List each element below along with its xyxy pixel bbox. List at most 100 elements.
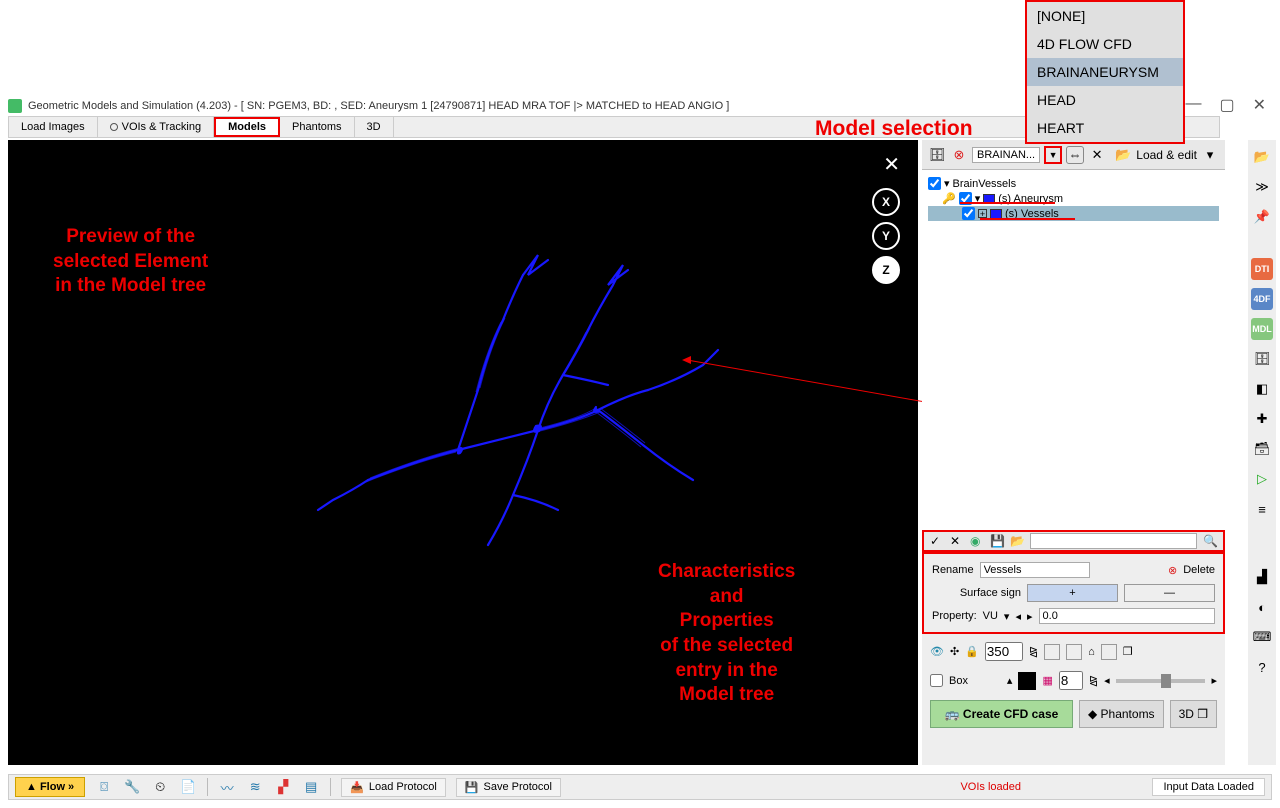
rail-stack-icon[interactable]: 🗃 [1251, 438, 1273, 460]
tree-vessels-checkbox[interactable] [962, 207, 975, 220]
check-icon[interactable]: ✓ [930, 534, 944, 548]
box1-button[interactable] [1044, 644, 1060, 660]
rail-db-icon[interactable]: 🗄 [1251, 348, 1273, 370]
up-icon[interactable]: ▴ [1007, 674, 1013, 687]
rail-pin-icon[interactable]: 📌 [1251, 206, 1273, 228]
rail-contrast-icon[interactable]: ◐ [1251, 596, 1273, 618]
tree-root[interactable]: ▾BrainVessels [928, 176, 1219, 191]
bb-doc-icon[interactable]: 📄 [179, 778, 197, 796]
search-icon[interactable]: 🔍 [1203, 534, 1217, 548]
x-icon[interactable]: ✕ [950, 534, 964, 548]
bb-wave2-icon[interactable]: ≋ [246, 778, 264, 796]
rail-play-icon[interactable]: ▷ [1251, 468, 1273, 490]
stepper-icon[interactable]: ⧎ [1029, 645, 1038, 658]
lock-icon[interactable]: 🔒 [965, 645, 979, 658]
phantoms-button[interactable]: ◆ Phantoms [1079, 700, 1164, 728]
value-8-input[interactable] [1059, 671, 1083, 690]
panel-midbar: ✓ ✕ ◉ 💾 📂 🔍 [922, 530, 1225, 552]
rail-folder-icon[interactable]: 📂 [1251, 146, 1273, 168]
bb-clock-icon[interactable]: ⏲ [151, 778, 169, 796]
flow-button[interactable]: ▲ Flow » [15, 777, 85, 797]
property-vu[interactable]: VU [983, 610, 998, 622]
load-edit-button[interactable]: Load & edit [1136, 148, 1197, 162]
box3-button[interactable] [1101, 644, 1117, 660]
eye-icon[interactable]: 👁 [930, 645, 944, 658]
globe-icon[interactable]: ◉ [970, 534, 984, 548]
box-checkbox[interactable] [930, 674, 943, 687]
option-none[interactable]: [NONE] [1027, 2, 1183, 30]
box2-button[interactable] [1066, 644, 1082, 660]
option-head[interactable]: HEAD [1027, 86, 1183, 114]
option-4dflow[interactable]: 4D FLOW CFD [1027, 30, 1183, 58]
db-icon[interactable]: 🗄 [928, 146, 946, 164]
grid-icon[interactable]: ▦ [1042, 674, 1052, 687]
viewport-3d[interactable]: ✕ X Y Z Preview of the selected Element … [8, 140, 918, 765]
bb-wave1-icon[interactable]: 〰 [218, 778, 236, 796]
rail-tools-icon[interactable]: ≡ [1251, 498, 1273, 520]
clear-icon[interactable]: ⊗ [950, 146, 968, 164]
tab-load-images[interactable]: Load Images [9, 117, 98, 137]
prop-prev-icon[interactable]: ◂ [1015, 610, 1021, 623]
viewport-close-icon[interactable]: ✕ [883, 152, 900, 177]
rail-help-icon[interactable]: ? [1251, 656, 1273, 678]
folder-icon[interactable]: 📂 [1114, 146, 1132, 164]
maximize-icon[interactable]: ▢ [1219, 95, 1234, 115]
slider-thumb[interactable] [1161, 674, 1171, 688]
rail-mdl-button[interactable]: MDL [1251, 318, 1273, 340]
tab-3d[interactable]: 3D [355, 117, 394, 137]
model-tree[interactable]: ▾BrainVessels 🔑▾ (s) Aneurysm + (s) Vess… [922, 170, 1225, 530]
viewport-axis-x-button[interactable]: X [872, 188, 900, 216]
load-protocol-button[interactable]: 📥Load Protocol [341, 778, 446, 797]
viewport-axis-z-button[interactable]: Z [872, 256, 900, 284]
property-value-input[interactable] [1039, 608, 1215, 624]
slider-prev-icon[interactable]: ◂ [1104, 674, 1110, 687]
surface-minus-button[interactable]: — [1124, 584, 1215, 602]
tab-models[interactable]: Models [214, 117, 280, 137]
rail-keyboard-icon[interactable]: ⌨ [1251, 626, 1273, 648]
home-icon[interactable]: ⌂ [1088, 646, 1095, 658]
link-icon[interactable]: ⇔ [1066, 146, 1084, 164]
model-select-popup[interactable]: [NONE] 4D FLOW CFD BRAINANEURYSM HEAD HE… [1025, 0, 1185, 144]
chevron-down-icon[interactable]: ▾ [1201, 146, 1219, 164]
slider[interactable] [1116, 679, 1206, 683]
save-icon[interactable]: 💾 [990, 534, 1004, 548]
option-brainaneurysm[interactable]: BRAINANEURYSM [1027, 58, 1183, 86]
3d-box-icon[interactable]: ❒ [1123, 645, 1133, 658]
property-vu-chevron-icon[interactable]: ▾ [1004, 610, 1010, 623]
value-350-input[interactable] [985, 642, 1023, 661]
rail-vector-icon[interactable]: ≫ [1251, 176, 1273, 198]
rail-graph-icon[interactable]: ▟ [1251, 566, 1273, 588]
bb-wrench-icon[interactable]: 🔧 [123, 778, 141, 796]
save-protocol-button[interactable]: 💾Save Protocol [456, 778, 561, 797]
viewport-axis-y-button[interactable]: Y [872, 222, 900, 250]
model-dropdown-button[interactable]: ▼ [1044, 146, 1062, 164]
tree-root-checkbox[interactable] [928, 177, 941, 190]
bb-home-icon[interactable]: ⌼ [95, 778, 113, 796]
close-panel-icon[interactable]: ✕ [1088, 146, 1106, 164]
tab-vois-tracking[interactable]: VOIs & Tracking [98, 117, 214, 137]
create-cfd-button[interactable]: 🚌 Create CFD case [930, 700, 1073, 728]
close-icon[interactable]: ✕ [1253, 95, 1266, 115]
search-input[interactable] [1030, 533, 1197, 549]
color-swatch[interactable] [1018, 672, 1036, 690]
bottom-toolbar: ▲ Flow » ⌼ 🔧 ⏲ 📄 〰 ≋ ▞ ▤ 📥Load Protocol … [8, 774, 1272, 800]
3d-button[interactable]: 3D ❒ [1170, 700, 1217, 728]
bb-grid-icon[interactable]: ▤ [302, 778, 320, 796]
rail-dti-button[interactable]: DTI [1251, 258, 1273, 280]
rename-input[interactable] [980, 562, 1090, 578]
option-heart[interactable]: HEART [1027, 114, 1183, 142]
stepper2-icon[interactable]: ⧎ [1089, 674, 1098, 687]
prop-next-icon[interactable]: ▸ [1027, 610, 1033, 623]
rail-add-icon[interactable]: ✚ [1251, 408, 1273, 430]
open-icon[interactable]: 📂 [1010, 534, 1024, 548]
delete-button[interactable]: Delete [1183, 564, 1215, 576]
delete-icon[interactable]: ⊗ [1168, 564, 1177, 577]
rail-cube-icon[interactable]: ◧ [1251, 378, 1273, 400]
slider-next-icon[interactable]: ▸ [1211, 674, 1217, 687]
bb-chart-icon[interactable]: ▞ [274, 778, 292, 796]
surface-plus-button[interactable]: + [1027, 584, 1118, 602]
tab-phantoms[interactable]: Phantoms [280, 117, 355, 137]
rail-4df-button[interactable]: 4DF [1251, 288, 1273, 310]
annotation-preview-1: Preview of the [53, 225, 208, 250]
compass-icon[interactable]: ✣ [950, 645, 959, 658]
